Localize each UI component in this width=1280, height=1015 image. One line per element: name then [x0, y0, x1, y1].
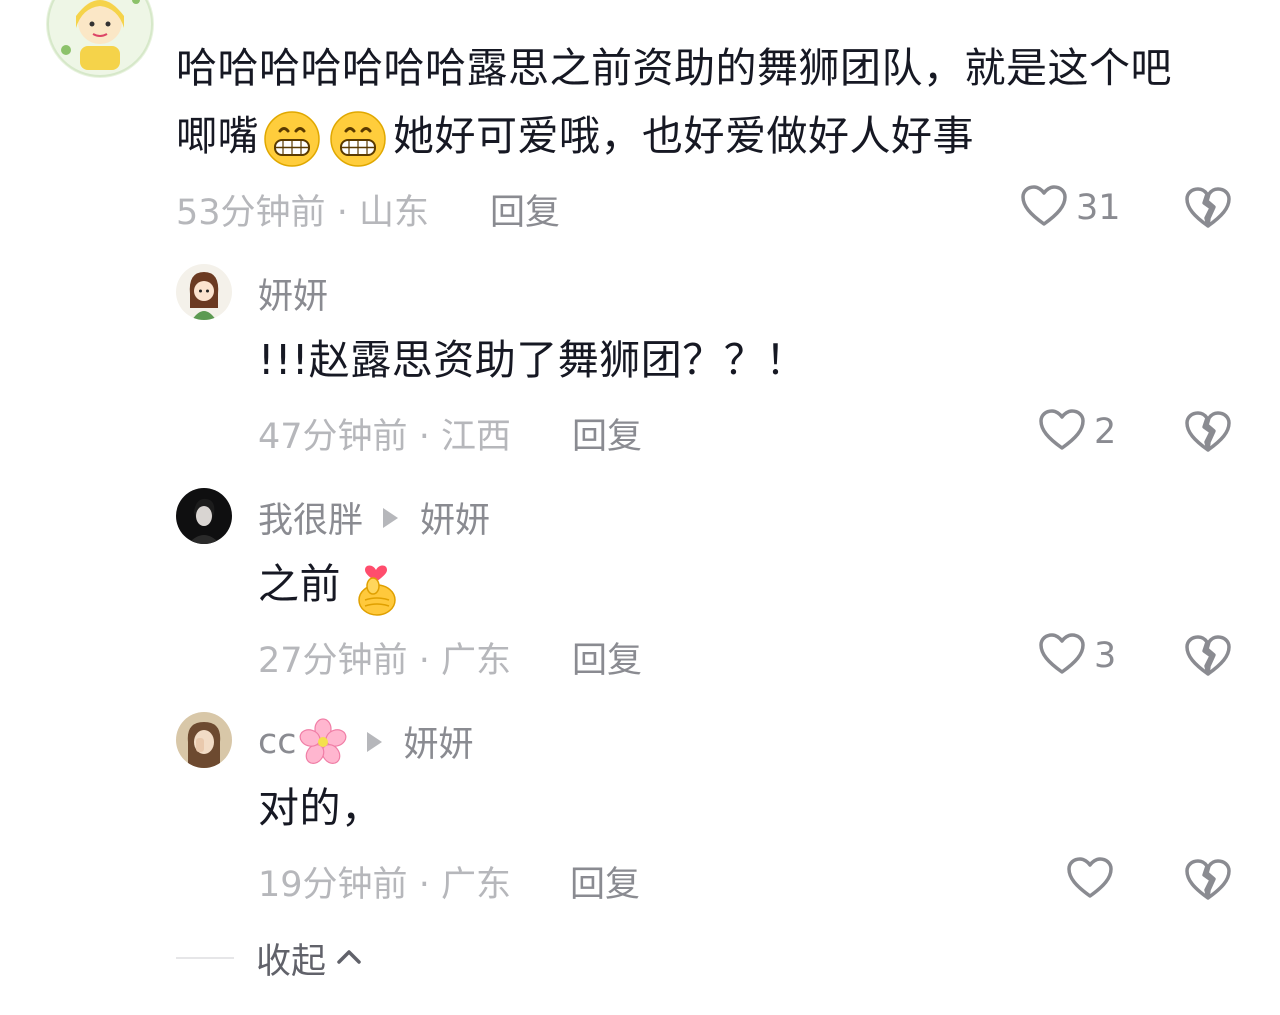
comment-location: 山东 [358, 193, 429, 233]
like-button[interactable]: 31 [1020, 184, 1121, 232]
reply-text-fragment: 之前 [258, 560, 341, 608]
avatar[interactable] [46, 0, 154, 78]
divider [176, 957, 234, 959]
broken-heart-icon [1184, 187, 1232, 234]
like-button[interactable]: 3 [1038, 632, 1116, 680]
grinning-face-emoji [263, 110, 321, 168]
dislike-button[interactable] [1184, 410, 1232, 458]
reply-arrow-icon [383, 507, 399, 528]
heart-outline-icon [1038, 632, 1086, 680]
reply-arrow-icon [366, 731, 382, 752]
reply-time: 19分钟前 [258, 865, 408, 905]
meta-separator: · [418, 417, 430, 457]
like-button[interactable] [1066, 856, 1122, 904]
reply-to-user[interactable]: 妍妍 [404, 716, 474, 767]
meta-separator: · [418, 865, 430, 905]
like-count: 31 [1076, 188, 1121, 228]
chevron-up-icon [336, 947, 362, 969]
heart-outline-icon [1020, 184, 1068, 232]
reply-button[interactable]: 回复 [572, 632, 642, 683]
reply-author[interactable]: cc [258, 722, 297, 762]
reply-location: 江西 [440, 417, 511, 457]
comment-meta: 53分钟前 · 山东 [176, 184, 429, 235]
reply-time: 27分钟前 [258, 641, 408, 681]
like-count: 2 [1094, 412, 1117, 452]
like-count: 3 [1094, 636, 1117, 676]
reply-button[interactable]: 回复 [490, 184, 560, 235]
cherry-blossom-emoji [299, 717, 347, 766]
avatar[interactable] [176, 488, 232, 544]
heart-outline-icon [1066, 856, 1114, 904]
comment-text: 哈哈哈哈哈哈哈露思之前资助的舞狮团队，就是这个吧 唧嘴 她好可爱哦，也好爱做好人… [176, 34, 1236, 170]
finger-heart-emoji [351, 556, 401, 618]
dislike-button[interactable] [1184, 186, 1232, 234]
username[interactable]: 妍妍 [258, 268, 328, 319]
reply-time: 47分钟前 [258, 417, 408, 457]
heart-outline-icon [1038, 408, 1086, 456]
broken-heart-icon [1184, 635, 1232, 682]
reply-button[interactable]: 回复 [570, 856, 640, 907]
reply-text: 对的， [258, 784, 383, 832]
dislike-button[interactable] [1184, 858, 1232, 906]
meta-separator: · [336, 193, 348, 233]
reply-meta: 27分钟前 · 广东 [258, 632, 511, 683]
username: 我很胖 妍妍 [258, 492, 490, 543]
reply-meta: 47分钟前 · 江西 [258, 408, 511, 459]
comment-time: 53分钟前 [176, 193, 326, 233]
reply-text: !!!赵露思资助了舞狮团？？！ [258, 336, 807, 384]
reply-text: 之前 [258, 550, 401, 618]
broken-heart-icon [1184, 411, 1232, 458]
like-button[interactable]: 2 [1038, 408, 1116, 456]
reply-location: 广东 [440, 641, 511, 681]
username: cc 妍妍 [258, 716, 474, 767]
reply-button[interactable]: 回复 [572, 408, 642, 459]
reply-to-user[interactable]: 妍妍 [420, 492, 490, 543]
collapse-label: 收起 [256, 941, 327, 982]
comment-text-line: 哈哈哈哈哈哈哈露思之前资助的舞狮团队，就是这个吧 [176, 44, 1172, 92]
collapse-replies-button[interactable]: 收起 [176, 933, 362, 983]
broken-heart-icon [1184, 859, 1232, 906]
comment-text-fragment: 她好可爱哦，也好爱做好人好事 [393, 112, 974, 160]
avatar[interactable] [176, 264, 232, 320]
avatar[interactable] [176, 712, 232, 768]
reply-location: 广东 [440, 865, 511, 905]
comment-text-fragment: 唧嘴 [176, 112, 259, 160]
meta-separator: · [418, 641, 430, 681]
comment-text-line: 唧嘴 她好可爱哦，也好爱做好人好事 [176, 102, 1236, 170]
dislike-button[interactable] [1184, 634, 1232, 682]
reply-meta: 19分钟前 · 广东 [258, 856, 511, 907]
reply-author[interactable]: 我很胖 [258, 492, 363, 543]
grinning-face-emoji [329, 110, 387, 168]
